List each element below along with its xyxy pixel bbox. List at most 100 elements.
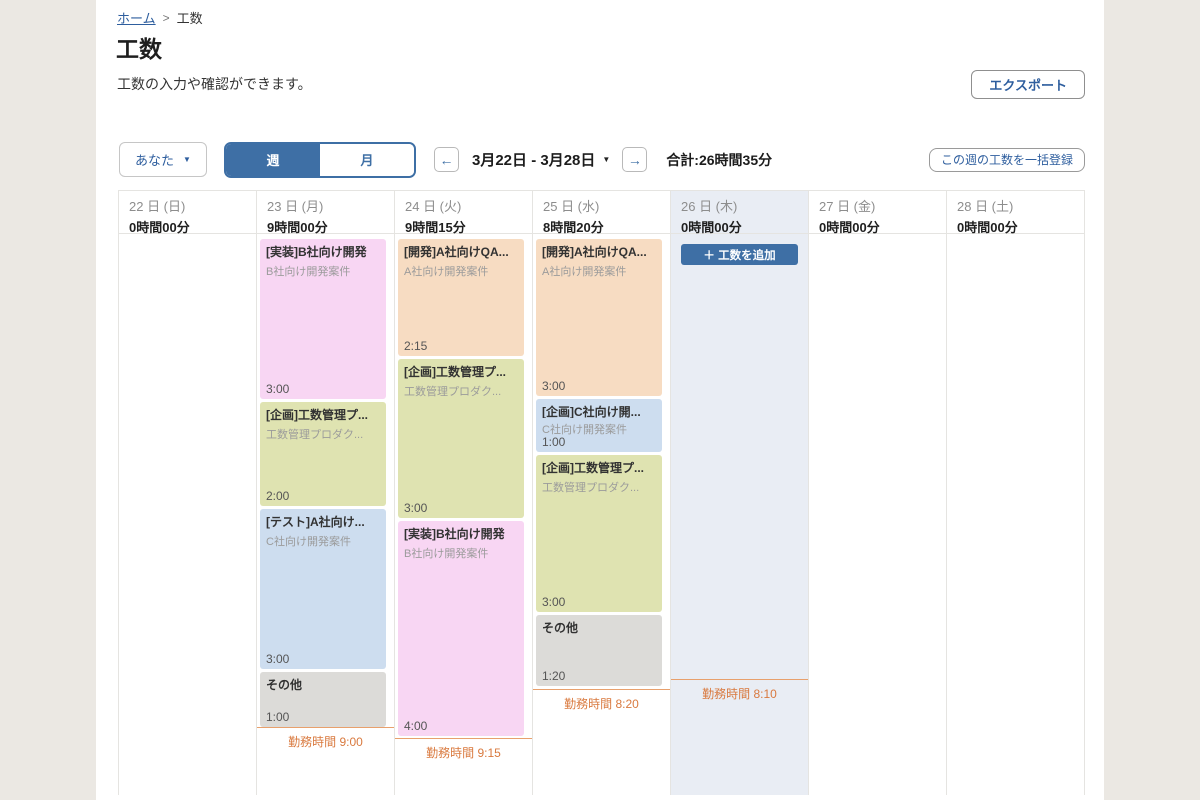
worklog-entry[interactable]: [企画]工数管理プ... 工数管理プロダク... 2:00 (260, 402, 386, 506)
entry-subtitle: C社向け開発案件 (542, 421, 656, 435)
entry-subtitle: A社向け開発案件 (404, 263, 518, 279)
day-header: 23 日 (月)9時間00分 (257, 191, 394, 234)
day-body (809, 234, 946, 795)
day-header: 27 日 (金)0時間00分 (809, 191, 946, 234)
entry-title: [企画]C社向け開... (542, 403, 656, 418)
view-toggle: 週 月 (224, 142, 416, 178)
user-filter-dropdown[interactable]: あなた ▼ (119, 142, 207, 177)
day-label: 25 日 (水) (543, 196, 660, 215)
worktime-label: 勤務時間 8:10 (671, 685, 808, 702)
prev-week-button[interactable]: ← (434, 147, 459, 172)
entry-duration: 2:00 (266, 489, 380, 503)
worklog-entry[interactable]: [企画]C社向け開... C社向け開発案件1:00 (536, 399, 662, 452)
weekly-total: 合計:26時間35分 (666, 150, 772, 170)
entry-subtitle: 工数管理プロダク... (404, 383, 518, 399)
tab-month[interactable]: 月 (320, 144, 414, 176)
entry-subtitle: 工数管理プロダク... (266, 426, 380, 442)
worklog-entry[interactable]: その他 1:00 (260, 672, 386, 727)
day-body: [開発]A社向けQA... A社向け開発案件 3:00 [企画]C社向け開... C社向… (533, 234, 670, 795)
entry-duration: 1:00 (542, 435, 656, 449)
worklog-entry[interactable]: [実装]B社向け開発 B社向け開発案件 4:00 (398, 521, 524, 736)
tab-week[interactable]: 週 (226, 144, 320, 176)
day-column: 26 日 (木)0時間00分＋ 工数を追加勤務時間 8:10 (671, 191, 809, 795)
worklog-entry[interactable]: [開発]A社向けQA... A社向け開発案件 2:15 (398, 239, 524, 356)
entry-subtitle: C社向け開発案件 (266, 533, 380, 549)
entry-duration: 3:00 (404, 501, 518, 515)
entry-title: [企画]工数管理プ... (542, 459, 656, 476)
entry-duration: 1:20 (542, 669, 656, 683)
next-week-button[interactable]: → (622, 147, 647, 172)
worktime-label: 勤務時間 9:15 (395, 744, 532, 761)
day-column: 24 日 (火)9時間15分[開発]A社向けQA...A社向け開発案件2:15[… (395, 191, 533, 795)
worktime-label: 勤務時間 9:00 (257, 733, 394, 750)
day-column: 22 日 (日)0時間00分 (119, 191, 257, 795)
day-header: 22 日 (日)0時間00分 (119, 191, 256, 234)
arrow-right-icon: → (628, 152, 642, 168)
week-calendar: 22 日 (日)0時間00分23 日 (月)9時間00分 [実装]B社向け開発 B社… (118, 190, 1085, 795)
day-column: 27 日 (金)0時間00分 (809, 191, 947, 795)
page-description: 工数の入力や確認ができます。 (117, 74, 312, 94)
chevron-down-icon: ▼ (183, 155, 191, 164)
entry-title: [実装]B社向け開発 (266, 243, 380, 260)
day-label: 26 日 (木) (681, 196, 798, 215)
worklog-entry[interactable]: [企画]工数管理プ... 工数管理プロダク... 3:00 (536, 455, 662, 612)
day-body (947, 234, 1084, 795)
entry-title: その他 (542, 619, 656, 636)
breadcrumb-home-link[interactable]: ホーム (117, 8, 156, 27)
worktime-line (533, 689, 670, 690)
day-label: 27 日 (金) (819, 196, 936, 215)
add-worklog-button[interactable]: ＋ 工数を追加 (681, 244, 798, 265)
entry-subtitle: A社向け開発案件 (542, 263, 656, 279)
entry-title: その他 (266, 676, 380, 693)
user-filter-label: あなた (135, 150, 174, 169)
day-header: 25 日 (水)8時間20分 (533, 191, 670, 234)
worklog-entry[interactable]: [企画]工数管理プ... 工数管理プロダク... 3:00 (398, 359, 524, 518)
entry-title: [開発]A社向けQA... (404, 243, 518, 260)
main-content: ホーム > 工数 工数 工数の入力や確認ができます。 エクスポート あなた ▼ … (96, 0, 1104, 800)
entry-subtitle: B社向け開発案件 (404, 545, 518, 561)
worklog-entry[interactable]: [テスト]A社向け...C社向け開発案件3:00 (260, 509, 386, 669)
day-body (119, 234, 256, 795)
entry-subtitle: 工数管理プロダク... (542, 479, 656, 495)
worklog-entry[interactable]: [実装]B社向け開発 B社向け開発案件 3:00 (260, 239, 386, 399)
day-label: 24 日 (火) (405, 196, 522, 215)
toolbar: あなた ▼ 週 月 ← 3月22日 - 3月28日 ▼ → 合計:26時間35分… (119, 141, 1085, 178)
day-column: 23 日 (月)9時間00分 [実装]B社向け開発 B社向け開発案件 3:00 [企画]… (257, 191, 395, 795)
day-column: 28 日 (土)0時間00分 (947, 191, 1085, 795)
entry-duration: 3:00 (542, 595, 656, 609)
chevron-down-icon: ▼ (602, 155, 610, 164)
worklog-entry[interactable]: [開発]A社向けQA... A社向け開発案件 3:00 (536, 239, 662, 396)
worktime-line (257, 727, 394, 728)
day-column: 25 日 (水)8時間20分[開発]A社向けQA...A社向け開発案件3:00[… (533, 191, 671, 795)
worktime-label: 勤務時間 8:20 (533, 695, 670, 712)
breadcrumb-separator: > (163, 11, 170, 25)
entry-duration: 3:00 (266, 652, 380, 666)
entry-title: [企画]工数管理プ... (404, 363, 518, 380)
day-header: 28 日 (土)0時間00分 (947, 191, 1084, 234)
day-body: [開発]A社向けQA... A社向け開発案件 2:15 [企画]工数管理プ... 工数管… (395, 234, 532, 795)
day-label: 28 日 (土) (957, 196, 1074, 215)
day-body: [実装]B社向け開発 B社向け開発案件 3:00 [企画]工数管理プ... 工数管理プロ… (257, 234, 394, 795)
day-header: 26 日 (木)0時間00分 (671, 191, 808, 234)
entry-duration: 3:00 (266, 382, 380, 396)
worktime-line (395, 738, 532, 739)
day-label: 22 日 (日) (129, 196, 246, 215)
date-range-label: 3月22日 - 3月28日 (472, 149, 595, 170)
entry-duration: 3:00 (542, 379, 656, 393)
entry-title: [開発]A社向けQA... (542, 243, 656, 260)
entry-duration: 1:00 (266, 710, 380, 724)
entry-subtitle: B社向け開発案件 (266, 263, 380, 279)
bulk-register-button[interactable]: この週の工数を一括登録 (929, 148, 1085, 172)
entry-duration: 4:00 (404, 719, 518, 733)
worktime-line (671, 679, 808, 680)
entry-title: [企画]工数管理プ... (266, 406, 380, 423)
breadcrumb: ホーム > 工数 (117, 8, 203, 27)
date-range-selector[interactable]: 3月22日 - 3月28日 ▼ (472, 149, 610, 170)
arrow-left-icon: ← (440, 152, 454, 168)
page-title: 工数 (116, 30, 162, 64)
entry-duration: 2:15 (404, 339, 518, 353)
export-button[interactable]: エクスポート (971, 70, 1085, 99)
day-body: ＋ 工数を追加勤務時間 8:10 (671, 234, 808, 795)
entry-title: [実装]B社向け開発 (404, 525, 518, 542)
worklog-entry[interactable]: その他 1:20 (536, 615, 662, 686)
